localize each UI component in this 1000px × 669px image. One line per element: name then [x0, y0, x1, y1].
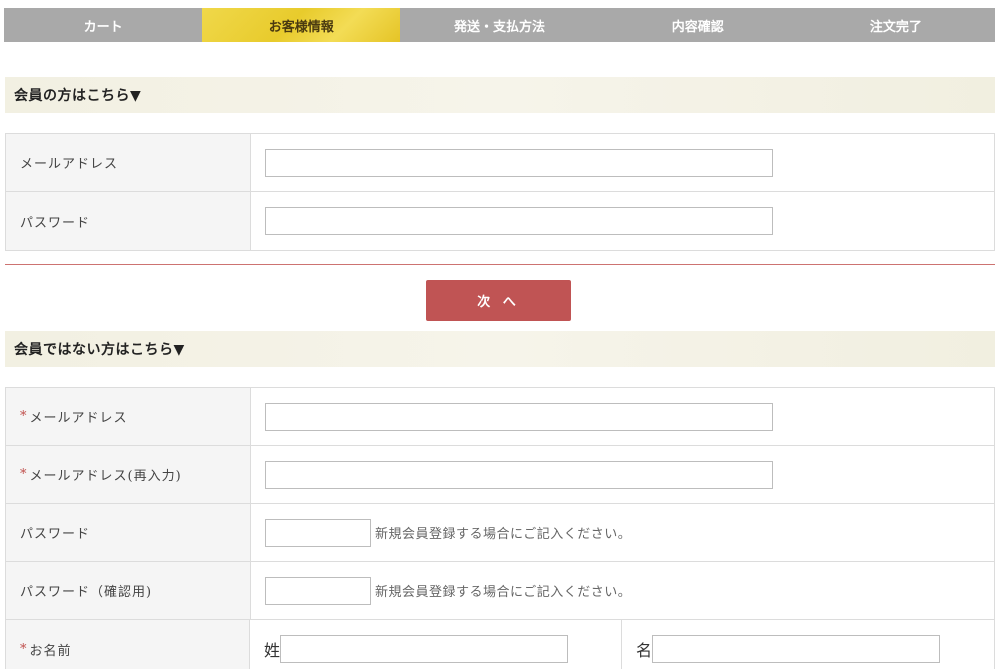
member-password-label: パスワード	[6, 192, 251, 250]
step-confirm: 内容確認	[598, 8, 797, 42]
guest-email-label: メールアドレス	[29, 411, 128, 426]
required-mark: *	[20, 467, 28, 482]
last-name-label: 姓	[264, 641, 281, 660]
last-name-input[interactable]	[280, 635, 569, 663]
guest-email-cell	[251, 388, 994, 445]
member-password-cell	[251, 192, 994, 250]
member-email-label: メールアドレス	[6, 134, 251, 191]
guest-email-row: * メールアドレス	[6, 388, 994, 446]
guest-password-input[interactable]	[265, 518, 371, 547]
first-name-cell: 名	[622, 620, 994, 669]
guest-name-cell: 姓 名	[250, 620, 994, 669]
guest-password-row: パスワード 新規会員登録する場合にご記入ください。	[6, 504, 994, 562]
first-name-input[interactable]	[652, 635, 941, 663]
first-name-label: 名	[636, 641, 653, 660]
guest-name-label: お名前	[29, 643, 72, 659]
section-divider	[5, 264, 995, 265]
guest-email-confirm-input[interactable]	[265, 460, 773, 489]
guest-password-cell: 新規会員登録する場合にご記入ください。	[251, 504, 994, 561]
step-complete: 注文完了	[796, 8, 996, 42]
required-mark: *	[20, 641, 28, 657]
guest-password-confirm-label: パスワード（確認用)	[6, 562, 251, 619]
guest-info-form: * メールアドレス * メールアドレス(再入力) パスワード 新規会員登録する場…	[5, 387, 995, 669]
guest-email-confirm-cell	[251, 446, 994, 503]
guest-name-label-cell: * お名前	[6, 620, 250, 669]
member-email-row: メールアドレス	[6, 134, 994, 192]
guest-password-confirm-cell: 新規会員登録する場合にご記入ください。	[251, 562, 994, 619]
name-split: 姓 名	[264, 620, 994, 669]
next-button[interactable]: 次 へ	[426, 280, 571, 321]
checkout-steps: カート お客様情報 発送・支払方法 内容確認 注文完了	[4, 8, 996, 42]
member-password-row: パスワード	[6, 192, 994, 250]
member-password-input[interactable]	[265, 207, 773, 235]
guest-password-label: パスワード	[6, 504, 251, 561]
guest-name-row: * お名前 姓 名	[6, 620, 994, 669]
password-confirm-hint: 新規会員登録する場合にご記入ください。	[375, 585, 632, 600]
guest-password-confirm-input[interactable]	[265, 576, 371, 605]
step-customer-info: お客様情報	[202, 8, 401, 42]
last-name-cell: 姓	[264, 620, 622, 669]
password-hint: 新規会員登録する場合にご記入ください。	[375, 527, 632, 542]
guest-email-confirm-row: * メールアドレス(再入力)	[6, 446, 994, 504]
member-login-form: メールアドレス パスワード	[5, 133, 995, 251]
member-section-title: 会員の方はこちら▼	[5, 77, 995, 113]
step-cart: カート	[4, 8, 203, 42]
guest-email-label-cell: * メールアドレス	[6, 388, 251, 445]
step-shipping-payment: 発送・支払方法	[400, 8, 599, 42]
guest-email-confirm-label: メールアドレス(再入力)	[29, 469, 182, 484]
guest-email-confirm-label-cell: * メールアドレス(再入力)	[6, 446, 251, 503]
guest-email-input[interactable]	[265, 402, 773, 431]
member-email-input[interactable]	[265, 148, 773, 177]
member-email-cell	[251, 134, 994, 191]
required-mark: *	[20, 409, 28, 424]
guest-password-confirm-row: パスワード（確認用) 新規会員登録する場合にご記入ください。	[6, 562, 994, 620]
guest-section-title: 会員ではない方はこちら▼	[5, 331, 995, 367]
